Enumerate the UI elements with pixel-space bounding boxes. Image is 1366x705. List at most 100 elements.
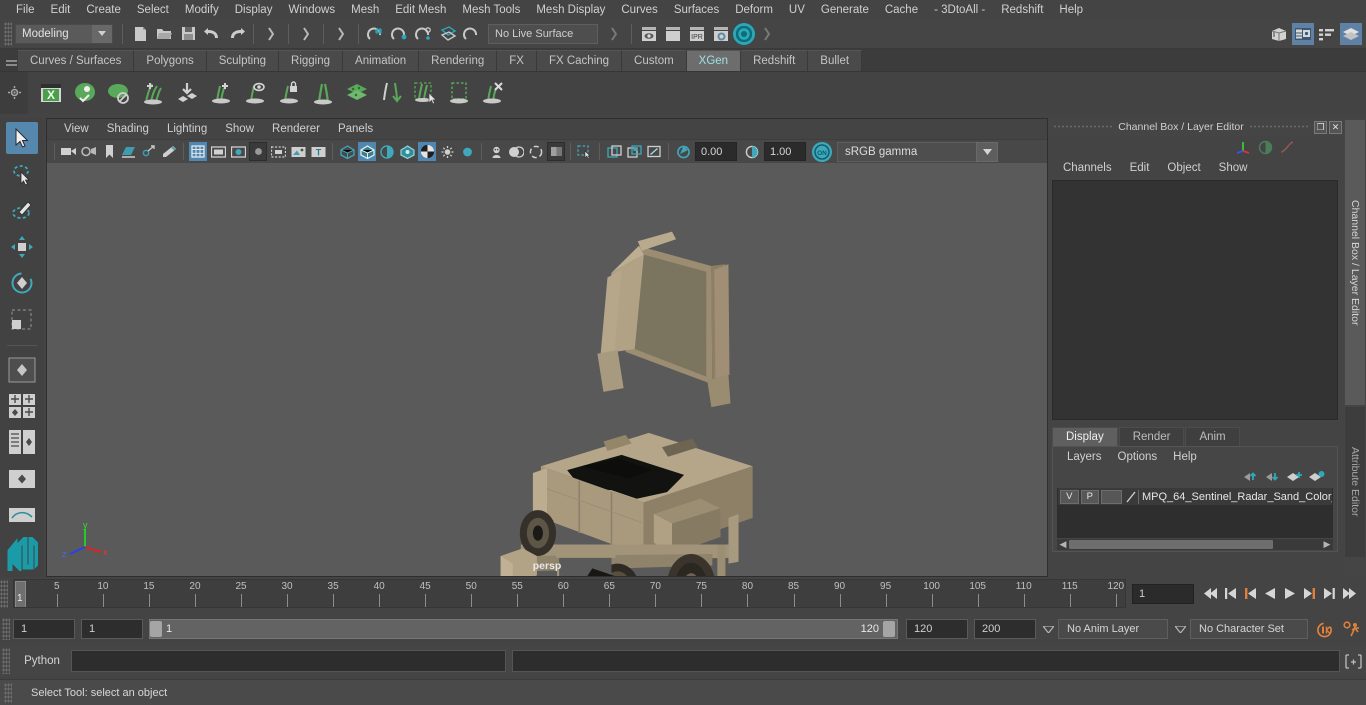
select-object-icon[interactable] bbox=[295, 23, 317, 45]
current-frame-field[interactable]: 1 bbox=[1132, 583, 1194, 604]
shelf-grip[interactable] bbox=[4, 51, 18, 71]
animation-start-time-field[interactable]: 1 bbox=[13, 619, 75, 639]
channel-layer-icon[interactable] bbox=[1340, 22, 1362, 45]
shelf-tab-sculpting[interactable]: Sculpting bbox=[206, 50, 280, 71]
panel-grip-left[interactable] bbox=[1053, 124, 1114, 130]
new-scene-icon[interactable] bbox=[129, 23, 151, 45]
step-forward-keyframe-icon[interactable] bbox=[1320, 583, 1340, 605]
menu-item-mesh[interactable]: Mesh bbox=[343, 2, 387, 18]
step-back-frame-icon[interactable] bbox=[1240, 583, 1260, 605]
menu-item-edit[interactable]: Edit bbox=[43, 2, 79, 18]
viewport-menu-renderer[interactable]: Renderer bbox=[263, 122, 329, 136]
live-surface-field[interactable]: No Live Surface bbox=[488, 23, 598, 44]
gamma-icon[interactable] bbox=[743, 142, 761, 161]
auto-keyframe-icon[interactable] bbox=[1310, 621, 1338, 638]
command-line-grip[interactable] bbox=[2, 648, 10, 674]
menu-item-deform[interactable]: Deform bbox=[727, 2, 781, 18]
xgen-add-guide-icon[interactable] bbox=[204, 75, 238, 111]
shelf-tab-animation[interactable]: Animation bbox=[343, 50, 420, 71]
view-transform-toggle-icon[interactable]: ON bbox=[812, 141, 832, 162]
menu-item-mesh-tools[interactable]: Mesh Tools bbox=[454, 2, 528, 18]
image-plane-icon[interactable] bbox=[120, 142, 138, 161]
range-slider-right-handle[interactable] bbox=[883, 621, 895, 637]
single-perspective-layout-button[interactable] bbox=[6, 354, 38, 386]
channel-menu-edit[interactable]: Edit bbox=[1121, 162, 1159, 174]
menu-item-mesh-display[interactable]: Mesh Display bbox=[528, 2, 613, 18]
persp-outliner-layout-button[interactable] bbox=[6, 426, 38, 458]
menu-item-uv[interactable]: UV bbox=[781, 2, 813, 18]
range-start-time-field[interactable]: 1 bbox=[81, 619, 143, 639]
channel-box-list[interactable] bbox=[1052, 180, 1338, 420]
range-end-time-field[interactable]: 120 bbox=[906, 619, 968, 639]
lighting-icon[interactable] bbox=[438, 142, 456, 161]
film-origin-icon[interactable] bbox=[269, 142, 287, 161]
menu-item-help[interactable]: Help bbox=[1051, 2, 1091, 18]
save-scene-icon[interactable] bbox=[177, 23, 199, 45]
xgen-convert-icon[interactable] bbox=[374, 75, 408, 111]
new-layer-icon[interactable] bbox=[1283, 468, 1305, 484]
menu-item-curves[interactable]: Curves bbox=[613, 2, 665, 18]
menu-item-redshift[interactable]: Redshift bbox=[993, 2, 1051, 18]
select-hierarchy-icon[interactable] bbox=[260, 23, 282, 45]
menu-item-edit-mesh[interactable]: Edit Mesh bbox=[387, 2, 454, 18]
attribute-editor-icon[interactable] bbox=[1292, 22, 1314, 45]
layer-playback-toggle[interactable]: P bbox=[1080, 489, 1099, 504]
menu-item-surfaces[interactable]: Surfaces bbox=[666, 2, 727, 18]
layer-menu-layers[interactable]: Layers bbox=[1059, 451, 1110, 463]
chevron-down-icon[interactable] bbox=[1038, 625, 1058, 633]
xray-text-icon[interactable]: T bbox=[309, 142, 327, 161]
exposure-value-field[interactable]: 0.00 bbox=[695, 142, 737, 161]
shadow-icon[interactable] bbox=[458, 142, 476, 161]
menu-set-dropdown[interactable]: Modeling bbox=[15, 23, 113, 44]
select-hierarchy-icon-3[interactable] bbox=[756, 23, 778, 45]
move-layer-down-icon[interactable] bbox=[1261, 468, 1283, 484]
menu-item-file[interactable]: File bbox=[8, 2, 43, 18]
menu-item-cache[interactable]: Cache bbox=[877, 2, 926, 18]
viewport-menu-panels[interactable]: Panels bbox=[329, 122, 382, 136]
dock-tab-channel-box[interactable]: Channel Box / Layer Editor bbox=[1345, 120, 1365, 405]
viewport-menu-show[interactable]: Show bbox=[216, 122, 263, 136]
axis-display-icon[interactable] bbox=[1232, 138, 1254, 156]
move-tool-button[interactable] bbox=[6, 231, 38, 263]
snap-point-icon[interactable] bbox=[413, 23, 435, 45]
scale-tool-button[interactable] bbox=[6, 303, 38, 335]
gate-mask-icon[interactable] bbox=[249, 142, 267, 161]
shelf-options-icon[interactable] bbox=[0, 71, 28, 114]
viewport-snapshot-icon[interactable] bbox=[605, 142, 623, 161]
xgen-density-map-icon[interactable] bbox=[340, 75, 374, 111]
shelf-tab-bullet[interactable]: Bullet bbox=[808, 50, 863, 71]
layer-menu-options[interactable]: Options bbox=[1110, 451, 1166, 463]
four-view-layout-button[interactable] bbox=[6, 390, 38, 422]
move-layer-up-icon[interactable] bbox=[1239, 468, 1261, 484]
go-to-end-icon[interactable] bbox=[1340, 583, 1360, 605]
two-d-pan-zoom-icon[interactable] bbox=[140, 142, 158, 161]
chevron-down-icon-2[interactable] bbox=[1170, 625, 1190, 633]
xgen-region-icon[interactable] bbox=[442, 75, 476, 111]
shelf-tab-curves-surfaces[interactable]: Curves / Surfaces bbox=[18, 50, 135, 71]
wireframe-icon[interactable] bbox=[338, 142, 356, 161]
xgen-delete-guide-icon[interactable] bbox=[476, 75, 510, 111]
screenshot-icon[interactable] bbox=[645, 142, 663, 161]
select-component-icon[interactable] bbox=[330, 23, 352, 45]
layer-type-toggle[interactable] bbox=[1101, 489, 1123, 504]
range-slider[interactable]: 1 120 bbox=[149, 619, 898, 639]
menu-item-modify[interactable]: Modify bbox=[177, 2, 227, 18]
play-backwards-icon[interactable] bbox=[1260, 583, 1280, 605]
menu-item-3dtoall[interactable]: - 3DtoAll - bbox=[926, 2, 993, 18]
layer-list-scrollbar[interactable]: ◀ ▶ bbox=[1057, 539, 1333, 550]
shelf-tab-rendering[interactable]: Rendering bbox=[419, 50, 498, 71]
menu-item-select[interactable]: Select bbox=[129, 2, 177, 18]
dock-tab-attribute-editor[interactable]: Attribute Editor bbox=[1345, 407, 1365, 557]
status-line-grip[interactable] bbox=[4, 21, 12, 46]
redo-icon[interactable] bbox=[225, 23, 247, 45]
grease-pencil-icon[interactable] bbox=[160, 142, 178, 161]
xgen-preview-icon[interactable] bbox=[68, 75, 102, 111]
shelf-tab-polygons[interactable]: Polygons bbox=[134, 50, 207, 71]
multisample-icon[interactable] bbox=[527, 142, 545, 161]
xgen-editor-icon[interactable]: X bbox=[34, 75, 68, 111]
animation-preferences-icon[interactable] bbox=[1338, 620, 1366, 638]
go-to-start-icon[interactable] bbox=[1200, 583, 1220, 605]
exposure-icon[interactable] bbox=[674, 142, 692, 161]
viewport-menu-lighting[interactable]: Lighting bbox=[158, 122, 216, 136]
menu-item-windows[interactable]: Windows bbox=[280, 2, 343, 18]
